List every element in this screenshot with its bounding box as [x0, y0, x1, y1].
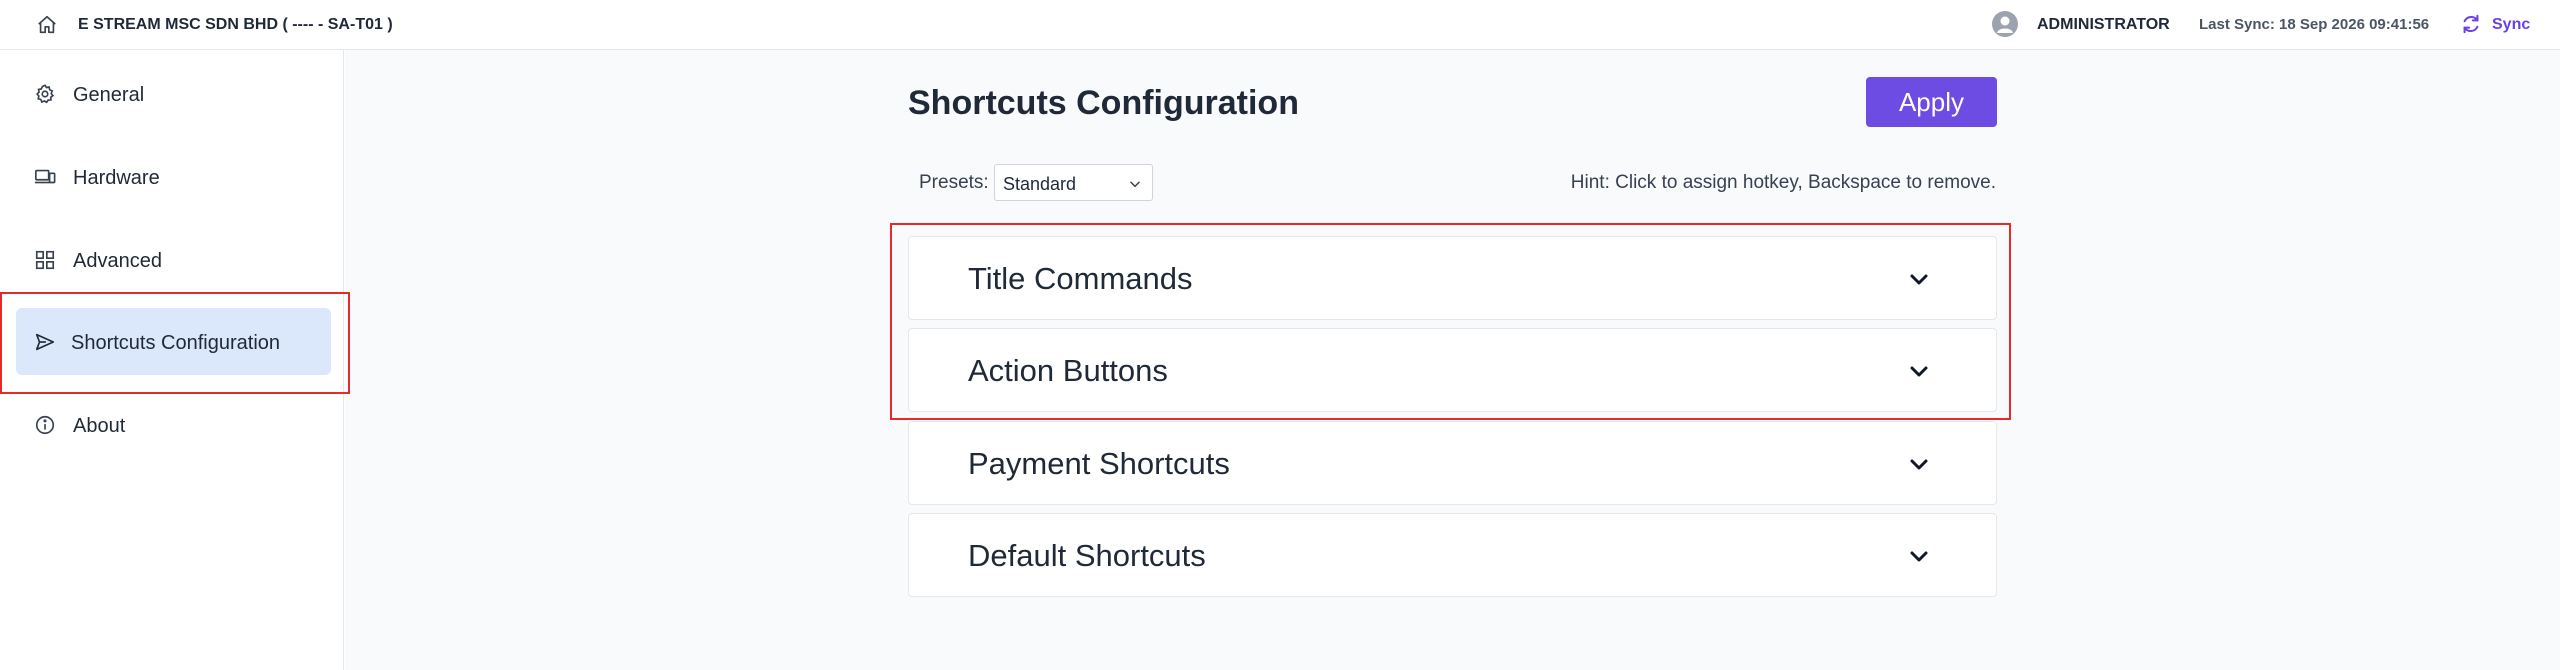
username[interactable]: ADMINISTRATOR — [2037, 16, 2170, 34]
last-sync-text: Last Sync: 18 Sep 2026 09:41:56 — [2199, 16, 2430, 33]
section-payment-shortcuts[interactable]: Payment Shortcuts — [908, 421, 1997, 505]
chevron-down-icon[interactable] — [1907, 544, 1931, 568]
chevron-down-icon — [1130, 181, 1140, 188]
grid-icon — [35, 250, 55, 270]
top-bar: E STREAM MSC SDN BHD ( ---- - SA-T01 ) A… — [0, 0, 2560, 50]
section-action-buttons[interactable]: Action Buttons — [908, 328, 1997, 412]
chevron-down-icon[interactable] — [1907, 359, 1931, 383]
page-title: Shortcuts Configuration — [908, 84, 1299, 122]
home-icon[interactable] — [36, 14, 58, 36]
sidebar-item-label: Advanced — [73, 250, 162, 272]
sidebar-item-label: Shortcuts Configuration — [71, 332, 281, 354]
sidebar-item-about[interactable]: About — [16, 391, 331, 458]
apply-button[interactable]: Apply — [1866, 77, 1997, 127]
presets-label: Presets: — [919, 172, 989, 193]
sidebar-item-advanced[interactable]: Advanced — [16, 226, 331, 293]
sync-icon[interactable] — [2460, 13, 2482, 35]
user-avatar-icon[interactable] — [1992, 11, 2018, 37]
section-title: Title Commands — [968, 261, 1193, 296]
gear-icon — [36, 84, 55, 104]
sidebar-item-label: About — [73, 415, 126, 437]
section-title: Default Shortcuts — [968, 538, 1206, 573]
sidebar-item-label: General — [73, 84, 145, 106]
send-icon — [35, 333, 55, 351]
presets-value: Standard — [1003, 174, 1077, 194]
sidebar-item-label: Hardware — [73, 167, 160, 189]
devices-icon — [34, 169, 56, 184]
sync-button[interactable]: Sync — [2492, 16, 2530, 34]
chevron-down-icon[interactable] — [1907, 267, 1931, 291]
info-icon — [35, 415, 55, 435]
company-name: E STREAM MSC SDN BHD ( ---- - SA-T01 ) — [78, 16, 393, 33]
sidebar-item-hardware[interactable]: Hardware — [16, 143, 331, 210]
sidebar: General Hardware Advanced Shortcuts Conf… — [0, 50, 344, 670]
sidebar-item-shortcuts-configuration[interactable]: Shortcuts Configuration — [16, 308, 331, 375]
chevron-down-icon[interactable] — [1907, 452, 1931, 476]
section-title-commands[interactable]: Title Commands — [908, 236, 1997, 320]
presets-select[interactable]: Standard — [994, 164, 1153, 201]
section-title: Payment Shortcuts — [968, 446, 1230, 481]
sidebar-item-general[interactable]: General — [16, 60, 331, 127]
hint-text: Hint: Click to assign hotkey, Backspace … — [1570, 172, 1996, 193]
section-default-shortcuts[interactable]: Default Shortcuts — [908, 513, 1997, 597]
section-title: Action Buttons — [968, 353, 1168, 388]
